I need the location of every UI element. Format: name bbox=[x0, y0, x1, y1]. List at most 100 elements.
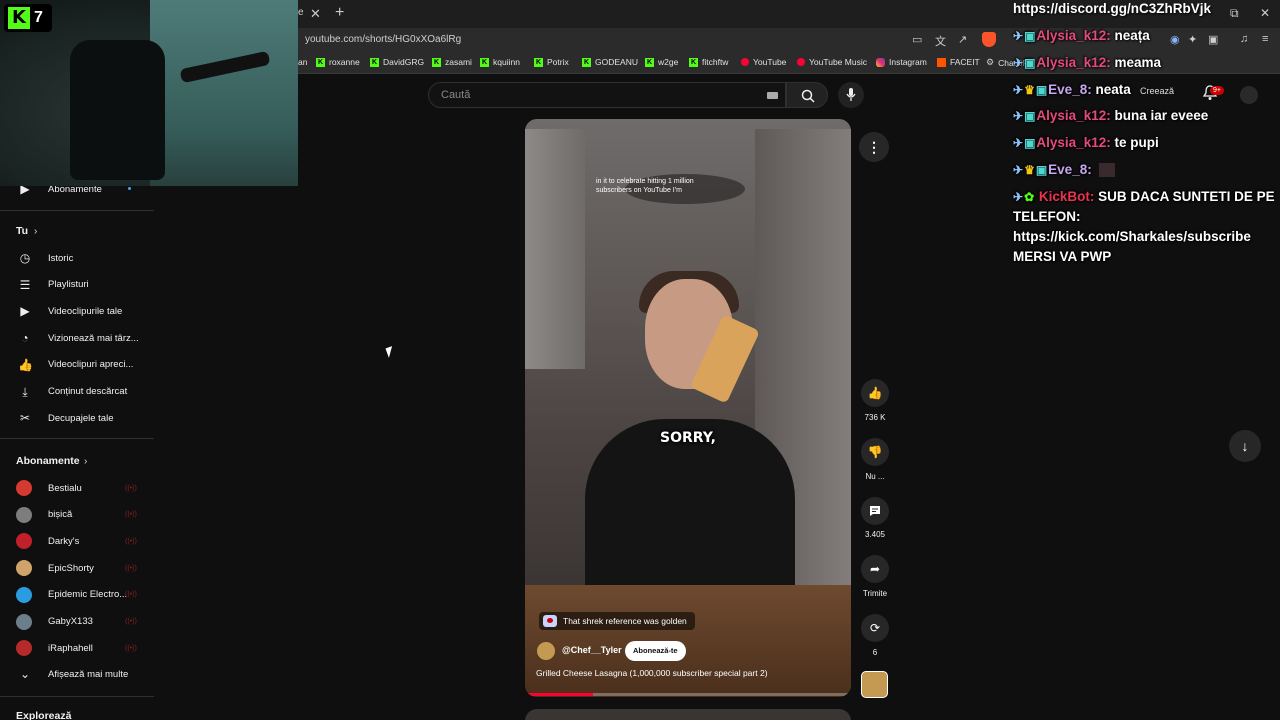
remix-icon: ⟳ bbox=[869, 621, 881, 635]
sidebar-item-download[interactable]: ⤓ Conținut descărcat bbox=[0, 379, 154, 405]
video-window bbox=[525, 129, 585, 369]
progress-bar[interactable] bbox=[525, 693, 851, 696]
bookmark-7[interactable]: Kw2ge bbox=[645, 57, 678, 67]
subscription-item[interactable]: bișică ((•)) bbox=[0, 502, 154, 528]
youtube-icon bbox=[797, 58, 805, 66]
channel-name[interactable]: @Chef__Tyler bbox=[562, 645, 622, 655]
channel-avatar[interactable] bbox=[537, 642, 555, 660]
chat-text: meama bbox=[1114, 54, 1162, 70]
sound-thumbnail[interactable] bbox=[861, 671, 888, 698]
sidebar-divider bbox=[0, 210, 154, 211]
sidebar-divider bbox=[0, 696, 154, 697]
kick-icon: K bbox=[316, 57, 325, 67]
youtube-icon bbox=[741, 58, 749, 66]
tab-title-partial[interactable]: e bbox=[298, 7, 304, 18]
more-options-button[interactable]: ⋮ bbox=[859, 132, 889, 162]
bookmark-label: YouTube bbox=[753, 57, 787, 67]
live-indicator-icon: ((•)) bbox=[125, 537, 137, 545]
subscription-item[interactable]: Bestialu ((•)) bbox=[0, 475, 154, 501]
bookmark-12[interactable]: FACEIT bbox=[937, 57, 980, 67]
bookmark-9[interactable]: YouTube bbox=[741, 57, 786, 67]
bookmark-1[interactable]: Kroxanne bbox=[316, 57, 360, 67]
show-more-button[interactable]: ⌄ Afișează mai multe bbox=[0, 661, 154, 687]
url-field[interactable]: youtube.com/shorts/HG0xXOa6lRg bbox=[305, 34, 461, 45]
remix-button[interactable]: ⟳ bbox=[861, 614, 889, 642]
new-tab-icon[interactable]: + bbox=[335, 4, 344, 22]
subscription-item[interactable]: iRaphahell ((•)) bbox=[0, 635, 154, 661]
sidebar-item-like[interactable]: 👍 Videoclipuri apreci... bbox=[0, 352, 154, 378]
cast-icon[interactable]: ▭ bbox=[912, 33, 922, 46]
comments-button[interactable] bbox=[861, 497, 889, 525]
sidebar-item-history[interactable]: ◷ Istoric bbox=[0, 245, 154, 271]
bookmark-label: an bbox=[298, 57, 308, 67]
remix-count: 6 bbox=[872, 648, 878, 657]
sidebar-you-heading[interactable]: Tu › bbox=[0, 218, 154, 244]
mouse-cursor bbox=[385, 346, 396, 358]
short-title[interactable]: Grilled Cheese Lasagna (1,000,000 subscr… bbox=[536, 668, 768, 678]
sidebar-item-playlist[interactable]: ☰ Playlisturi bbox=[0, 272, 154, 298]
chat-emote bbox=[1099, 163, 1116, 178]
live-indicator-icon: ((•)) bbox=[125, 591, 137, 599]
account-avatar[interactable] bbox=[1240, 86, 1258, 104]
subscription-item[interactable]: Epidemic Electro... ((•)) bbox=[0, 582, 154, 608]
bookmark-10[interactable]: YouTube Music bbox=[797, 57, 867, 67]
audio-icon[interactable]: ◉ bbox=[1170, 33, 1180, 46]
chat-text: neața bbox=[1114, 28, 1150, 43]
sidebar-item-label: Vizionează mai târz... bbox=[48, 332, 139, 344]
chat-username: Alysia_k12: bbox=[1036, 108, 1111, 124]
share-button[interactable]: ➦ bbox=[861, 555, 889, 583]
dislike-button[interactable]: 👎 bbox=[861, 438, 889, 466]
like-count: 736 K bbox=[864, 413, 886, 422]
comment-count: 3.405 bbox=[864, 530, 886, 539]
translate-icon[interactable]: 文 bbox=[935, 33, 946, 49]
sub-badge-icon: ▣ bbox=[1024, 29, 1036, 43]
close-window-icon[interactable]: ✕ bbox=[1260, 6, 1270, 20]
subscription-item[interactable]: Darky's ((•)) bbox=[0, 528, 154, 554]
comment-preview-text: That shrek reference was golden bbox=[563, 616, 687, 626]
tab-close-icon[interactable]: ✕ bbox=[310, 6, 321, 22]
media-icon[interactable]: ♫ bbox=[1240, 33, 1248, 45]
bookmark-6[interactable]: K GODEANU bbox=[582, 57, 638, 67]
bookmark-8[interactable]: Kfitchftw bbox=[689, 57, 728, 67]
subscribe-button[interactable]: Abonează-te bbox=[625, 641, 686, 661]
scissors-icon: ✂ bbox=[19, 411, 31, 426]
create-button[interactable]: Creează bbox=[1140, 86, 1174, 96]
bookmark-3[interactable]: Kzasami bbox=[432, 57, 472, 67]
restore-icon[interactable]: ⧉ bbox=[1230, 6, 1239, 21]
sidebar-subscriptions-heading[interactable]: Abonamente › bbox=[0, 448, 154, 474]
voice-search-button[interactable] bbox=[838, 82, 864, 108]
video-subtitle: SORRY, bbox=[660, 430, 716, 446]
sidebar-icon[interactable]: ▣ bbox=[1208, 33, 1218, 46]
keyboard-icon[interactable] bbox=[767, 92, 778, 99]
chat-message: ✈▣Alysia_k12: te pupi bbox=[1013, 133, 1159, 153]
menu-icon[interactable]: ≡ bbox=[1262, 33, 1268, 45]
bookmark-11[interactable]: Instagram bbox=[876, 57, 927, 67]
chat-username: KickBot: bbox=[1038, 189, 1095, 204]
sidebar-item-label: Conținut descărcat bbox=[48, 386, 128, 397]
subscription-label: Darky's bbox=[48, 535, 80, 547]
extensions-icon[interactable]: ✦ bbox=[1188, 33, 1197, 46]
comment-preview[interactable]: That shrek reference was golden bbox=[539, 612, 695, 630]
sidebar-item-scissors[interactable]: ✂ Decupajele tale bbox=[0, 405, 154, 431]
brave-shields-icon[interactable] bbox=[982, 32, 996, 47]
chat-text: buna iar eveee bbox=[1114, 108, 1209, 124]
search-button[interactable] bbox=[786, 82, 828, 108]
share-icon[interactable]: ↗ bbox=[958, 33, 967, 46]
subscription-item[interactable]: GabyX133 ((•)) bbox=[0, 609, 154, 635]
next-video-button[interactable]: ↓ bbox=[1229, 430, 1261, 462]
bot-badge-icon: ✿ bbox=[1024, 190, 1035, 204]
subscription-item[interactable]: EpicShorty ((•)) bbox=[0, 555, 154, 581]
bookmark-2[interactable]: K DavidGRG bbox=[370, 57, 424, 67]
search-input[interactable]: Caută bbox=[428, 82, 786, 108]
like-button[interactable]: 👍 bbox=[861, 379, 889, 407]
bookmark-5[interactable]: K Potrix bbox=[534, 57, 569, 67]
shorts-player[interactable]: in it to celebrate hitting 1 million sub… bbox=[525, 119, 851, 697]
bookmark-4[interactable]: Kkquiinn bbox=[480, 57, 520, 67]
sidebar-item-clock[interactable]: ◔ Vizionează mai târz... bbox=[0, 325, 154, 351]
next-short-preview[interactable] bbox=[525, 709, 851, 720]
bookmark-0[interactable]: an bbox=[298, 57, 307, 67]
kick-icon: K bbox=[432, 57, 441, 67]
sidebar-item-video[interactable]: ▶ Videoclipurile tale bbox=[0, 298, 154, 324]
like-icon: 👍 bbox=[18, 357, 33, 372]
chat-message: ✈▣Alysia_k12: neața bbox=[1013, 26, 1150, 46]
